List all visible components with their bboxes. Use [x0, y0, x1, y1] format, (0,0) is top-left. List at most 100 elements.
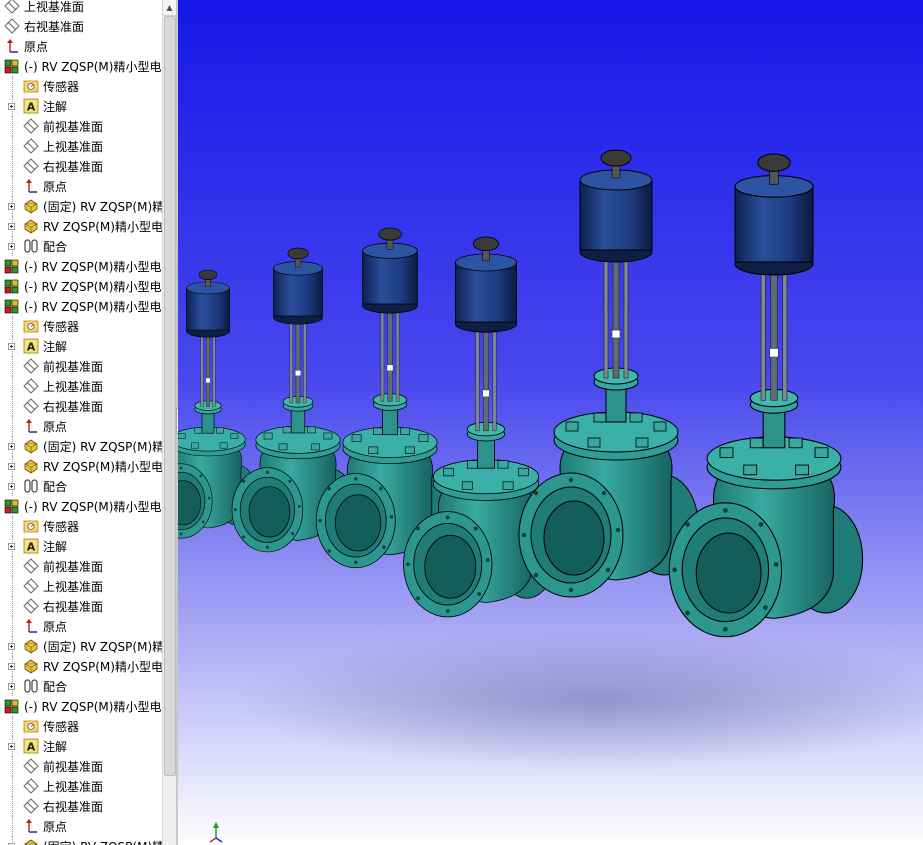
tree-item[interactable]: 上视基准面 [23, 776, 103, 796]
annotation-icon: A [23, 98, 39, 114]
tree-item-label: (固定) RV ZQSP(M)精 [43, 639, 162, 654]
tree-item[interactable]: 前视基准面 [23, 756, 103, 776]
tree-item-label: 右视基准面 [43, 399, 104, 414]
tree-expand-toggle[interactable] [8, 483, 15, 490]
tree-item[interactable]: 原点 [4, 36, 48, 56]
tree-expand-toggle[interactable] [8, 223, 15, 230]
annotation-icon: A [23, 738, 39, 754]
tree-item[interactable]: (-) RV ZQSP(M)精小型电 [4, 696, 161, 716]
tree-item[interactable]: A 注解 [23, 96, 67, 116]
tree-item[interactable]: 配合 [23, 236, 67, 256]
tree-expand-toggle[interactable] [8, 743, 15, 750]
part-icon [23, 658, 39, 674]
tree-item[interactable]: (-) RV ZQSP(M)精小型电 [4, 256, 161, 276]
tree-item[interactable]: (固定) RV ZQSP(M)精 [23, 436, 162, 456]
tree-item[interactable]: (固定) RV ZQSP(M)精 [23, 836, 162, 845]
tree-expand-toggle[interactable] [8, 103, 15, 110]
tree-expand-toggle[interactable] [8, 343, 15, 350]
mate-icon [23, 678, 39, 694]
tree-guide-line [12, 816, 13, 836]
tree-expand-toggle[interactable] [8, 683, 15, 690]
origin-icon [23, 178, 39, 194]
tree-item-label: 传感器 [43, 79, 80, 94]
tree-item[interactable]: A 注解 [23, 336, 67, 356]
tree-item[interactable]: (-) RV ZQSP(M)精小型电 [4, 276, 161, 296]
sensor-folder-icon [23, 318, 39, 334]
tree-item[interactable]: 配合 [23, 476, 67, 496]
tree-item[interactable]: 配合 [23, 676, 67, 696]
tree-guide-line [12, 616, 13, 636]
tree-expand-toggle[interactable] [8, 243, 15, 250]
tree-guide-line [12, 416, 13, 436]
subassembly-icon [4, 298, 20, 314]
tree-item[interactable]: 前视基准面 [23, 556, 103, 576]
tree-item[interactable]: A 注解 [23, 536, 67, 556]
plane-icon [23, 138, 39, 154]
subassembly-icon [4, 58, 20, 74]
tree-expand-toggle[interactable] [8, 443, 15, 450]
scroll-up-arrow-icon[interactable]: ▲ [163, 0, 176, 16]
tree-item[interactable]: 右视基准面 [23, 596, 103, 616]
tree-item-label: (-) RV ZQSP(M)精小型电 [24, 59, 162, 74]
tree-guide-line [12, 376, 13, 396]
tree-guide-line [12, 116, 13, 136]
tree-expand-toggle[interactable] [8, 203, 15, 210]
origin-icon [23, 818, 39, 834]
plane-icon [23, 778, 39, 794]
annotation-icon: A [23, 338, 39, 354]
tree-expand-toggle[interactable] [8, 663, 15, 670]
tree-item[interactable]: (固定) RV ZQSP(M)精 [23, 636, 162, 656]
tree-item-label: 右视基准面 [43, 159, 104, 174]
tree-scrollbar[interactable]: ▲ [162, 0, 176, 845]
tree-item[interactable]: 右视基准面 [23, 396, 103, 416]
scrollbar-thumb[interactable] [164, 16, 176, 776]
tree-item-label: (-) RV ZQSP(M)精小型电 [24, 259, 162, 274]
tree-item-label: 原点 [43, 619, 68, 634]
plane-icon [23, 398, 39, 414]
annotation-icon: A [23, 538, 39, 554]
tree-item[interactable]: 上视基准面 [23, 576, 103, 596]
tree-item[interactable]: (固定) RV ZQSP(M)精 [23, 196, 162, 216]
tree-expand-toggle[interactable] [8, 643, 15, 650]
tree-guide-line [12, 136, 13, 156]
tree-item[interactable]: 上视基准面 [23, 136, 103, 156]
tree-guide-line [12, 596, 13, 616]
tree-item[interactable]: (-) RV ZQSP(M)精小型电 [4, 296, 161, 316]
tree-guide-line [12, 516, 13, 536]
tree-item[interactable]: A 注解 [23, 736, 67, 756]
tree-item-label: (-) RV ZQSP(M)精小型电 [24, 299, 162, 314]
graphics-viewport[interactable] [178, 0, 923, 845]
feature-manager-tree[interactable]: 上视基准面 右视基准面 原点 (-) RV ZQSP(M)精小型电 传感器 A 注解 前视基准… [0, 0, 162, 845]
tree-item[interactable]: RV ZQSP(M)精小型电 [23, 456, 162, 476]
tree-item[interactable]: 传感器 [23, 716, 79, 736]
tree-item[interactable]: 原点 [23, 416, 67, 436]
tree-item[interactable]: RV ZQSP(M)精小型电 [23, 656, 162, 676]
tree-item[interactable]: 前视基准面 [23, 356, 103, 376]
tree-item[interactable]: 原点 [23, 616, 67, 636]
tree-item[interactable]: 传感器 [23, 516, 79, 536]
tree-expand-toggle[interactable] [8, 543, 15, 550]
tree-item-label: 配合 [43, 479, 68, 494]
tree-expand-toggle[interactable] [8, 463, 15, 470]
plane-icon [23, 798, 39, 814]
part-icon [23, 218, 39, 234]
tree-item[interactable]: (-) RV ZQSP(M)精小型电 [4, 56, 161, 76]
tree-item[interactable]: 上视基准面 [23, 376, 103, 396]
tree-item[interactable]: RV ZQSP(M)精小型电 [23, 216, 162, 236]
tree-guide-line [12, 796, 13, 816]
tree-guide-line [12, 356, 13, 376]
tree-item[interactable]: 传感器 [23, 76, 79, 96]
tree-item[interactable]: (-) RV ZQSP(M)精小型电 [4, 496, 161, 516]
tree-item[interactable]: 右视基准面 [23, 156, 103, 176]
tree-item[interactable]: 前视基准面 [23, 116, 103, 136]
tree-item[interactable]: 右视基准面 [4, 16, 84, 36]
model-scene [178, 0, 923, 845]
tree-item-label: 前视基准面 [43, 359, 104, 374]
tree-item[interactable]: 原点 [23, 176, 67, 196]
tree-item[interactable]: 右视基准面 [23, 796, 103, 816]
tree-item[interactable]: 上视基准面 [4, 0, 84, 16]
tree-item[interactable]: 原点 [23, 816, 67, 836]
tree-item-label: 传感器 [43, 719, 80, 734]
tree-item[interactable]: 传感器 [23, 316, 79, 336]
part-icon [23, 458, 39, 474]
